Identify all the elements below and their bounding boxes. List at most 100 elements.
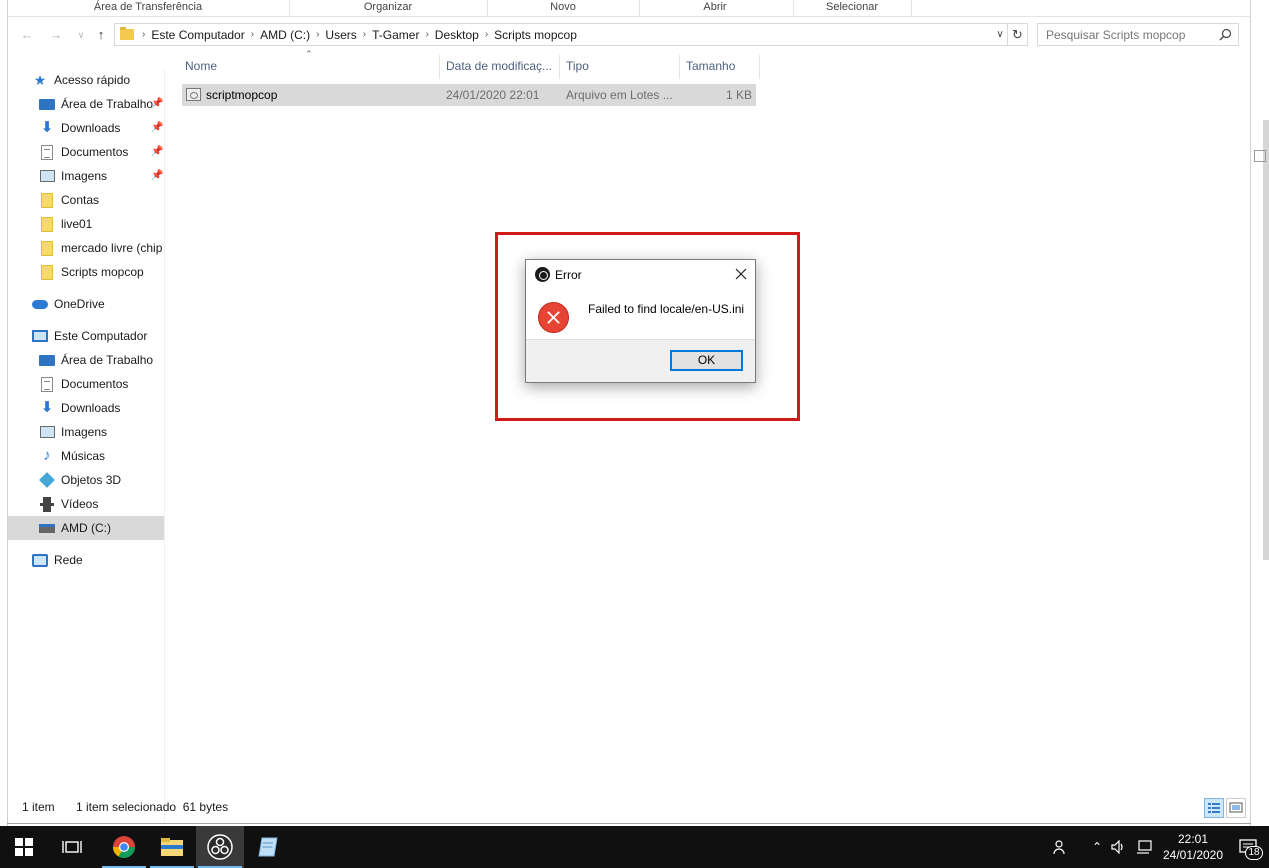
status-item-count: 1 item [22, 800, 55, 814]
network-icon [32, 552, 48, 568]
folder-icon [39, 216, 55, 232]
sidebar-item-music[interactable]: ♪ Músicas [8, 444, 164, 468]
sidebar-item-live01[interactable]: live01 [8, 212, 164, 236]
pin-icon: 📌 [151, 146, 164, 157]
column-header-date-modified[interactable]: Data de modificaç... [440, 55, 560, 79]
up-button[interactable]: ↑ [92, 26, 110, 44]
show-hidden-icons-button[interactable]: ⌃ [1088, 826, 1106, 868]
sidebar-item-label: Documentos [61, 145, 129, 159]
document-icon [39, 144, 55, 160]
scrollbar[interactable] [1263, 120, 1269, 560]
close-icon[interactable] [732, 265, 750, 283]
desktop-icon [39, 96, 55, 112]
volume-button[interactable] [1110, 826, 1128, 868]
people-button[interactable] [1050, 826, 1072, 868]
ok-button[interactable]: OK [670, 350, 743, 371]
chevron-right-icon[interactable]: › [249, 29, 256, 40]
breadcrumb-this-pc[interactable]: Este Computador [147, 28, 248, 42]
sidebar-item-drive-c[interactable]: AMD (C:) [8, 516, 164, 540]
address-history-dropdown[interactable]: ∨ [992, 23, 1008, 46]
refresh-button[interactable]: ↻ [1008, 23, 1028, 46]
pin-icon: 📌 [151, 98, 164, 109]
chrome-icon [113, 836, 135, 858]
sidebar-item-this-pc[interactable]: Este Computador [8, 324, 164, 348]
column-header-name[interactable]: Nome [179, 55, 440, 79]
obs-icon [207, 834, 233, 860]
breadcrumb-desktop[interactable]: Desktop [431, 28, 483, 42]
recent-locations-button[interactable]: ∨ [72, 26, 90, 44]
ribbon-separator [911, 0, 912, 16]
search-input[interactable]: Pesquisar Scripts mopcop [1037, 23, 1239, 46]
videos-icon [39, 496, 55, 512]
people-icon [1053, 840, 1065, 855]
chevron-right-icon[interactable]: › [314, 29, 321, 40]
taskbar-obs[interactable] [196, 826, 244, 868]
sidebar-item-desktop-pinned[interactable]: Área de Trabalho 📌 [8, 92, 164, 116]
breadcrumb-users[interactable]: Users [321, 28, 360, 42]
sidebar-item-scripts-mopcop[interactable]: Scripts mopcop [8, 260, 164, 284]
ribbon-group-open: Abrir [703, 1, 727, 13]
ribbon-group-clipboard: Área de Transferência [93, 1, 203, 13]
breadcrumb-t-gamer[interactable]: T-Gamer [368, 28, 423, 42]
pictures-icon [39, 168, 55, 184]
column-header-type[interactable]: Tipo [560, 55, 680, 79]
ribbon-group-new: Novo [550, 1, 576, 13]
sidebar-item-documents-pinned[interactable]: Documentos 📌 [8, 140, 164, 164]
window-bottom-border [7, 823, 1251, 824]
chevron-right-icon[interactable]: › [483, 29, 490, 40]
sidebar-item-contas[interactable]: Contas [8, 188, 164, 212]
breadcrumb-drive-c[interactable]: AMD (C:) [256, 28, 314, 42]
file-size: 1 KB [725, 88, 752, 102]
address-bar[interactable]: › Este Computador › AMD (C:) › Users › T… [114, 23, 1008, 46]
sidebar-item-mercado-livre[interactable]: mercado livre (chip [8, 236, 164, 260]
taskbar-clock[interactable]: 22:01 24/01/2020 [1158, 831, 1228, 863]
speaker-icon [1111, 840, 1123, 854]
sidebar-item-documents[interactable]: Documentos [8, 372, 164, 396]
sidebar-item-desktop[interactable]: Área de Trabalho [8, 348, 164, 372]
start-button[interactable] [0, 826, 48, 868]
sidebar-item-network[interactable]: Rede [8, 548, 164, 572]
taskbar-notepad[interactable] [244, 826, 292, 868]
sidebar-item-label: Vídeos [61, 497, 99, 511]
task-view-button[interactable] [48, 826, 96, 868]
network-status-button[interactable] [1134, 826, 1154, 868]
sidebar-item-downloads[interactable]: ⬇ Downloads [8, 396, 164, 420]
folder-icon [120, 27, 134, 40]
sidebar-item-pictures-pinned[interactable]: Imagens 📌 [8, 164, 164, 188]
back-button[interactable]: ← [18, 26, 36, 44]
sidebar-item-quick-access[interactable]: ★ Acesso rápido [8, 68, 164, 92]
chevron-right-icon[interactable]: › [423, 29, 430, 40]
download-icon: ⬇ [40, 119, 54, 136]
sidebar-item-label: Downloads [61, 121, 121, 135]
forward-button[interactable]: → [47, 26, 65, 44]
pictures-icon [39, 424, 55, 440]
navigation-pane: ★ Acesso rápido Área de Trabalho 📌 ⬇ Dow… [8, 68, 165, 823]
folder-icon [39, 264, 55, 280]
details-view-icon [1208, 803, 1220, 813]
large-icons-view-button[interactable] [1226, 798, 1246, 818]
sidebar-item-label: Músicas [61, 449, 106, 463]
ribbon-group-labels: Área de Transferência Organizar Novo Abr… [8, 0, 1250, 17]
sidebar-item-label: Objetos 3D [61, 473, 122, 487]
search-placeholder: Pesquisar Scripts mopcop [1046, 27, 1186, 42]
column-header-size[interactable]: Tamanho [680, 55, 760, 79]
sidebar-item-label: Downloads [61, 401, 121, 415]
sidebar-item-onedrive[interactable]: OneDrive [8, 292, 164, 316]
details-view-button[interactable] [1204, 798, 1224, 818]
sidebar-item-videos[interactable]: Vídeos [8, 492, 164, 516]
file-explorer-window: Área de Transferência Organizar Novo Abr… [0, 0, 1269, 826]
obs-app-icon [535, 267, 550, 282]
sidebar-item-label: Área de Trabalho [61, 97, 154, 111]
sidebar-item-3d-objects[interactable]: Objetos 3D [8, 468, 164, 492]
error-icon [538, 302, 569, 333]
sidebar-item-label: Acesso rápido [54, 73, 131, 87]
taskbar-file-explorer[interactable] [148, 826, 196, 868]
chevron-right-icon[interactable]: › [361, 29, 368, 40]
breadcrumb-scripts-mopcop[interactable]: Scripts mopcop [490, 28, 581, 42]
file-row[interactable]: scriptmopcop 24/01/2020 22:01 Arquivo em… [182, 84, 756, 106]
sidebar-item-pictures[interactable]: Imagens [8, 420, 164, 444]
taskbar-chrome[interactable] [100, 826, 148, 868]
sidebar-item-label: Documentos [61, 377, 129, 391]
sidebar-item-downloads-pinned[interactable]: ⬇ Downloads 📌 [8, 116, 164, 140]
pin-icon: 📌 [151, 122, 164, 133]
